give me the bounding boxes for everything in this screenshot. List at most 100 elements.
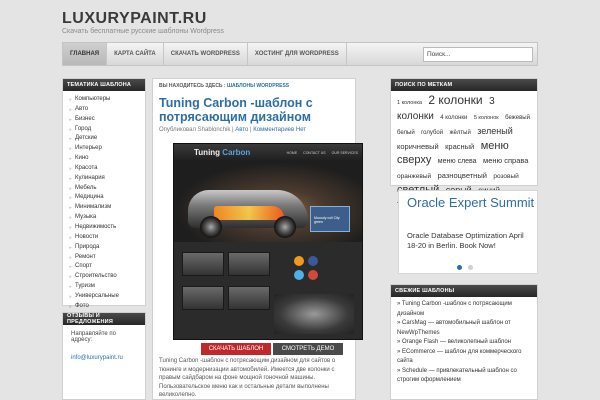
site-title[interactable]: LUXURYPAINT.RU	[62, 10, 207, 28]
category-item[interactable]: » Универсальные	[69, 292, 145, 302]
category-label: Компьютеры	[75, 96, 111, 102]
download-template-button[interactable]: СКАЧАТЬ ШАБЛОН	[201, 343, 271, 355]
main-nav: ГЛАВНАЯ КАРТА САЙТА СКАЧАТЬ WORDPRESS ХО…	[62, 42, 538, 66]
category-item[interactable]: » Фото	[69, 302, 145, 312]
fresh-template-link[interactable]: » Tuning Carbon -шаблон с потрясающим ди…	[397, 300, 534, 319]
tag-link[interactable]: 4 колонки	[440, 115, 467, 121]
category-label: Строительство	[75, 273, 117, 280]
ad-slide-dot[interactable]	[468, 265, 473, 270]
category-label: Недвижимость	[75, 223, 117, 230]
category-label: Медицина	[75, 194, 104, 201]
fresh-template-link[interactable]: » Schedule — привлекательный шаблон со с…	[397, 367, 534, 386]
tag-link[interactable]: оранжевый	[397, 173, 431, 180]
category-item[interactable]: » Авто	[69, 105, 145, 115]
breadcrumb-link[interactable]: ШАБЛОНЫ WORDPRESS	[227, 83, 289, 89]
screenshot-logo-word-a: Tuning	[194, 148, 221, 157]
feedback-email-link[interactable]: info@luxurypaint.ru	[71, 355, 137, 361]
tag-link[interactable]: жёлтый	[450, 130, 471, 136]
screenshot-nav: HOME CONTACT US OUR SERVICES	[287, 151, 358, 155]
tag-link[interactable]: розовый	[493, 173, 518, 180]
nav-sitemap[interactable]: КАРТА САЙТА	[107, 43, 164, 65]
site-subtitle: Скачать бесплатные русские шаблоны Wordp…	[62, 28, 224, 35]
screenshot-side-image	[274, 294, 354, 334]
feedback-widget-title: ОТЗЫВЫ И ПРЕДЛОЖЕНИЯ	[63, 313, 145, 325]
category-item[interactable]: » Природа	[69, 243, 145, 253]
screenshot-banner-text: Mooody coli City green	[314, 216, 340, 224]
category-item[interactable]: » Кулинария	[69, 174, 145, 184]
category-label: Туризм	[75, 283, 95, 290]
screenshot-thumb	[182, 286, 224, 310]
tag-link[interactable]: голубой	[421, 130, 443, 136]
ad-pagination	[457, 265, 473, 270]
tag-link[interactable]: 2 колонки	[428, 93, 482, 107]
category-item[interactable]: » Компьютеры	[69, 95, 145, 105]
template-screenshot[interactable]: Tuning Carbon HOME CONTACT US OUR SERVIC…	[173, 143, 363, 340]
category-item[interactable]: » Спорт	[69, 262, 145, 272]
category-label: Спорт	[75, 263, 92, 270]
tag-link[interactable]: красный	[445, 142, 474, 151]
tag-link[interactable]: белый	[397, 130, 415, 136]
category-item[interactable]: » Туризм	[69, 282, 145, 292]
screenshot-nav-item: OUR SERVICES	[331, 151, 358, 155]
post-comments-link[interactable]: Комментариев Нет	[253, 127, 306, 133]
category-label: Бизнес	[75, 115, 95, 122]
facebook-icon	[308, 256, 318, 266]
category-item[interactable]: » Красота	[69, 164, 145, 174]
nav-hosting[interactable]: ХОСТИНГ ДЛЯ WORDPRESS	[248, 43, 347, 65]
post-meta-separator: |	[250, 127, 252, 133]
category-item[interactable]: » Бизнес	[69, 115, 145, 125]
view-demo-button[interactable]: СМОТРЕТЬ ДЕМО	[273, 343, 343, 355]
tag-link[interactable]: меню	[481, 140, 509, 152]
fresh-template-link[interactable]: » Orange Flash — великолепный шаблон	[397, 338, 534, 348]
category-item[interactable]: » Кино	[69, 154, 145, 164]
category-item[interactable]: » Интерьер	[69, 144, 145, 154]
tag-link[interactable]: коричневый	[397, 142, 439, 151]
tag-link[interactable]: бежевый	[505, 115, 530, 121]
post-excerpt: Tuning Carbon -шаблон с потрясающим диза…	[159, 358, 336, 398]
screenshot-logo-word-b: Carbon	[222, 148, 251, 157]
category-item[interactable]: » Мебель	[69, 184, 145, 194]
advertisement[interactable]: Oracle Expert Summit Oracle Database Opt…	[398, 190, 538, 274]
nav-home[interactable]: ГЛАВНАЯ	[63, 43, 108, 65]
nav-download-wordpress[interactable]: СКАЧАТЬ WORDPRESS	[164, 43, 248, 65]
category-item[interactable]: » Строительство	[69, 272, 145, 282]
category-label: Кулинария	[75, 174, 105, 181]
category-label: Красота	[75, 164, 98, 171]
category-item[interactable]: » Медицина	[69, 193, 145, 203]
category-item[interactable]: » Ремонт	[69, 253, 145, 263]
category-label: Авто	[75, 105, 89, 112]
category-label: Мебель	[75, 184, 97, 191]
category-item[interactable]: » Музыка	[69, 213, 145, 223]
tags-widget: ПОИСК ПО МЕТКАМ 1 колонка 2 колонки 3 ко…	[390, 78, 538, 210]
car-wheel-icon	[200, 216, 222, 238]
tag-link[interactable]: разноцветный	[438, 171, 487, 180]
tag-link[interactable]: 1 колонка	[397, 100, 422, 106]
main-content: ВЫ НАХОДИТЕСЬ ЗДЕСЬ : ШАБЛОНЫ WORDPRESS …	[152, 78, 363, 400]
tag-link[interactable]: меню слева	[438, 158, 477, 165]
fresh-templates-widget: СВЕЖИЕ ШАБЛОНЫ » Tuning Carbon -шаблон с…	[390, 284, 538, 400]
search-input[interactable]	[423, 47, 533, 62]
tag-link[interactable]: меню справа	[483, 156, 528, 165]
category-item[interactable]: » Минимализм	[69, 203, 145, 213]
category-item[interactable]: » Детские	[69, 134, 145, 144]
ad-title[interactable]: Oracle Expert Summit	[407, 195, 534, 210]
twitter-icon	[294, 270, 304, 280]
tag-link[interactable]: сверху	[397, 154, 431, 166]
category-item[interactable]: » Недвижимость	[69, 223, 145, 233]
tag-link[interactable]: зеленый	[477, 126, 512, 136]
fresh-template-link[interactable]: » CarsMag — автомобильный шаблон от NewW…	[397, 319, 534, 338]
category-label: Интерьер	[75, 145, 102, 152]
category-item[interactable]: » Новости	[69, 233, 145, 243]
post-title[interactable]: Tuning Carbon -шаблон с потрясающим диза…	[159, 96, 353, 124]
categories-widget: ТЕМАТИКА ШАБЛОНА » Компьютеры» Авто» Бизнес…	[62, 78, 146, 319]
screenshot-thumb	[228, 286, 270, 310]
post-meta: Опубликовал Shablonchik | Авто | Коммент…	[159, 127, 306, 133]
categories-widget-title: ТЕМАТИКА ШАБЛОНА	[63, 79, 145, 91]
fresh-template-link[interactable]: » ECommerce — шаблон для коммерческого с…	[397, 348, 534, 367]
post-category-link[interactable]: Авто	[235, 127, 248, 133]
category-label: Кино	[75, 155, 89, 162]
tag-link[interactable]: 5 колонок	[474, 115, 499, 121]
ad-slide-dot[interactable]	[457, 265, 462, 270]
category-item[interactable]: » Город	[69, 125, 145, 135]
category-label: Универсальные	[75, 292, 119, 299]
